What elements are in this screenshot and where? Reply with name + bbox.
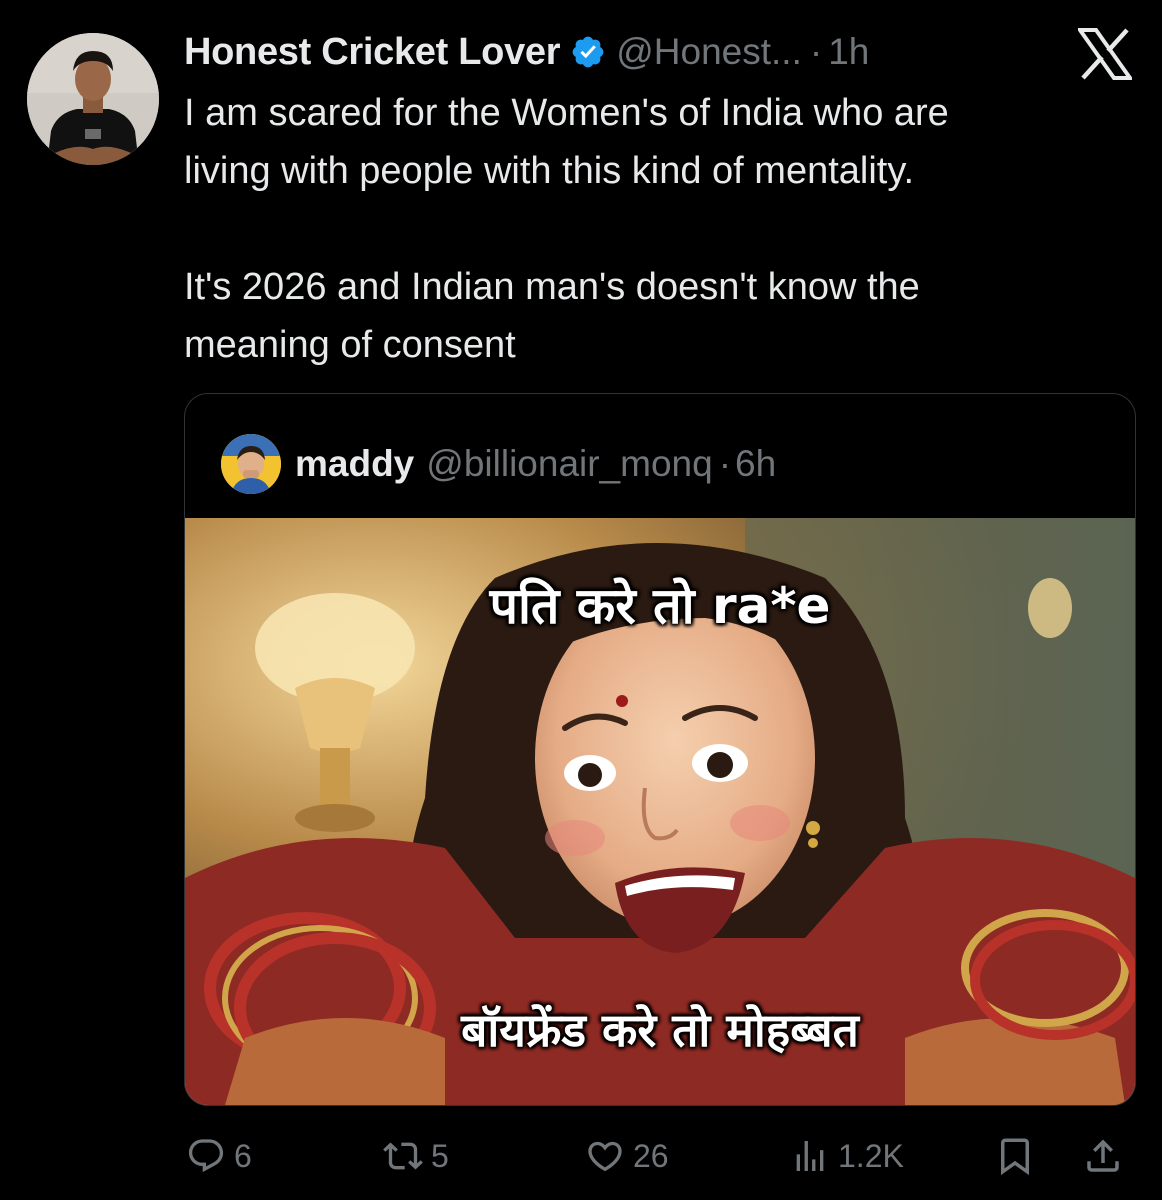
quoted-tweet-header: maddy @billionair_monq · 6h bbox=[221, 434, 776, 494]
bookmark-icon bbox=[994, 1135, 1036, 1177]
views-icon bbox=[790, 1136, 830, 1176]
quoted-tweet[interactable]: maddy @billionair_monq · 6h पति करे तो r… bbox=[184, 393, 1136, 1106]
author-avatar[interactable] bbox=[27, 33, 159, 165]
tweet-header: Honest Cricket Lover @Honest... · 1h bbox=[184, 24, 869, 80]
bookmark-button[interactable] bbox=[994, 1128, 1036, 1184]
tweet-text-line: meaning of consent bbox=[184, 324, 516, 366]
views-count: 1.2K bbox=[838, 1137, 904, 1174]
quoted-author-name[interactable]: maddy bbox=[295, 443, 414, 485]
meme-caption-top: पति करे तो ra*e bbox=[489, 577, 831, 635]
share-button[interactable] bbox=[1082, 1128, 1124, 1184]
like-count: 26 bbox=[633, 1137, 669, 1174]
x-logo-icon bbox=[1076, 28, 1134, 80]
reply-icon bbox=[186, 1136, 226, 1176]
views-button[interactable]: 1.2K bbox=[790, 1128, 904, 1184]
tweet-text: I am scared for the Women's of India who… bbox=[184, 84, 1114, 374]
tweet-time[interactable]: 1h bbox=[828, 31, 869, 73]
repost-count: 5 bbox=[431, 1137, 449, 1174]
tweet-text-line: It's 2026 and Indian man's doesn't know … bbox=[184, 266, 920, 308]
tweet-text-line: living with people with this kind of men… bbox=[184, 150, 915, 192]
like-button[interactable]: 26 bbox=[585, 1128, 669, 1184]
meme-caption-bottom: बॉयफ्रेंड करे तो मोहब्बत bbox=[461, 1003, 859, 1057]
repost-button[interactable]: 5 bbox=[383, 1128, 449, 1184]
reply-button[interactable]: 6 bbox=[186, 1128, 252, 1184]
quoted-header-separator: · bbox=[718, 443, 732, 484]
header-separator: · bbox=[809, 31, 823, 72]
repost-icon bbox=[383, 1136, 423, 1176]
quoted-author-avatar[interactable] bbox=[221, 434, 281, 494]
quoted-tweet-time[interactable]: 6h bbox=[735, 443, 776, 485]
verified-badge-icon bbox=[570, 34, 606, 70]
author-handle[interactable]: @Honest... bbox=[616, 31, 802, 73]
meme-image[interactable]: पति करे तो ra*e बॉयफ्रेंड करे तो मोहब्बत bbox=[185, 518, 1135, 1105]
reply-count: 6 bbox=[234, 1137, 252, 1174]
author-name[interactable]: Honest Cricket Lover bbox=[184, 31, 561, 74]
share-icon bbox=[1082, 1135, 1124, 1177]
tweet-text-line: I am scared for the Women's of India who… bbox=[184, 92, 949, 134]
quoted-author-handle[interactable]: @billionair_monq bbox=[426, 443, 712, 485]
heart-icon bbox=[585, 1136, 625, 1176]
action-bar: 6 5 26 1.2K bbox=[0, 1128, 1162, 1184]
